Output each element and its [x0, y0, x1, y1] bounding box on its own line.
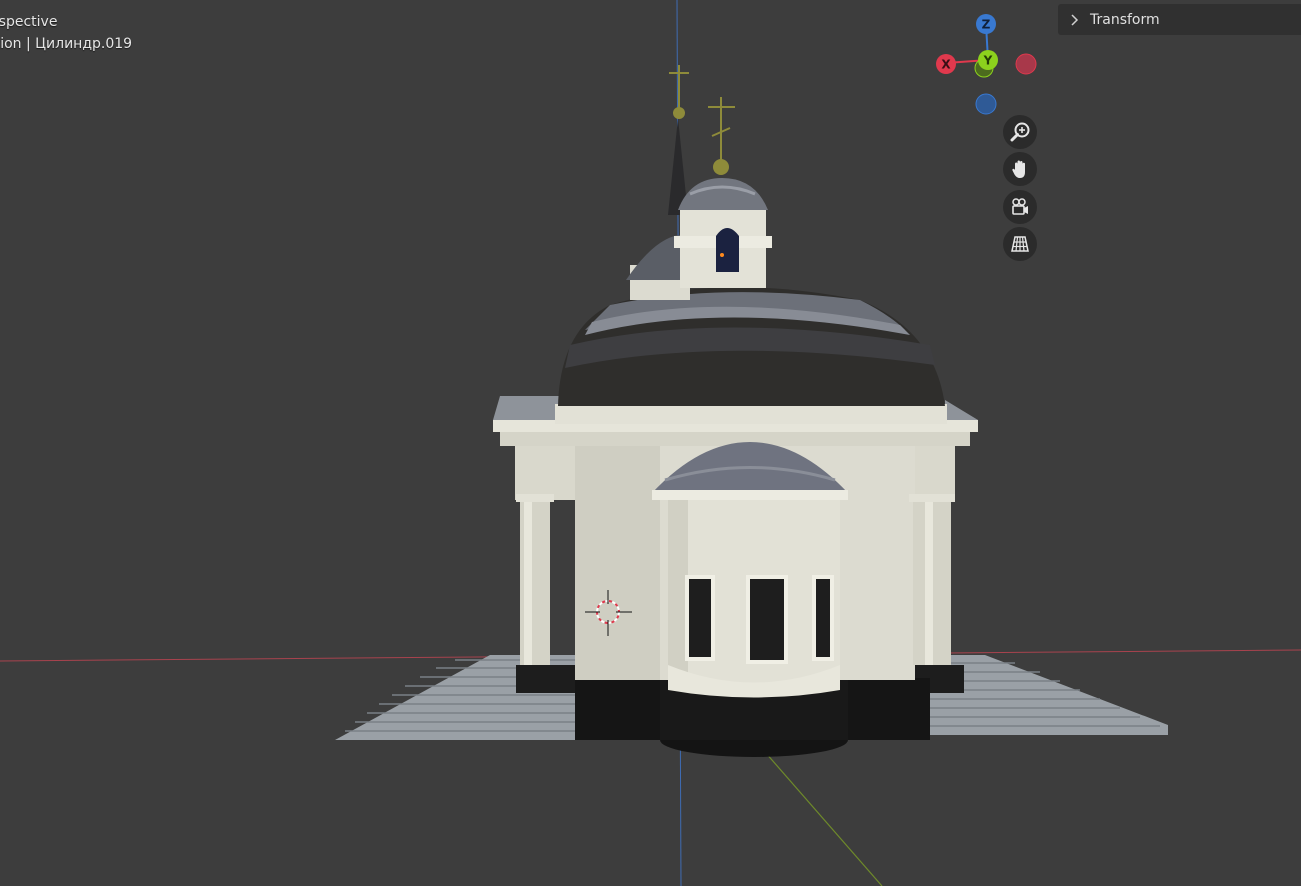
gizmo-y-axis[interactable]: Y: [978, 50, 998, 70]
navigation-gizmo[interactable]: Z X Y: [925, 10, 1045, 120]
viewport-mode-label: User Perspective: [0, 14, 58, 30]
chevron-right-icon: [1071, 13, 1079, 26]
y-axis-line: [764, 751, 883, 886]
zoom-icon: [1010, 122, 1030, 142]
transform-panel-header[interactable]: Transform: [1058, 4, 1301, 35]
hand-icon: [1012, 160, 1025, 178]
scene-render: [0, 0, 1301, 886]
gizmo-y-label: Y: [983, 54, 993, 68]
camera-view-button[interactable]: [1003, 190, 1037, 224]
viewport-object-info: (1) Collection | Цилиндр.019: [0, 36, 133, 52]
gizmo-z-axis[interactable]: Z: [976, 14, 996, 34]
camera-icon: [1012, 198, 1028, 215]
gizmo-neg-z[interactable]: [975, 93, 997, 115]
3d-viewport[interactable]: User Perspective (1) Collection | Цилинд…: [0, 0, 1301, 886]
gizmo-neg-x[interactable]: [1015, 53, 1037, 75]
ortho-toggle-button[interactable]: [1003, 227, 1037, 261]
gizmo-x-axis[interactable]: X: [936, 54, 956, 74]
stairs-right: [930, 655, 1168, 735]
pan-button[interactable]: [1003, 152, 1037, 186]
gizmo-z-label: Z: [982, 18, 991, 32]
zoom-button[interactable]: [1003, 115, 1037, 149]
sidebar-panel: Transform: [1058, 4, 1301, 35]
grid-icon: [1011, 236, 1029, 252]
transform-panel-label: Transform: [1090, 11, 1160, 28]
gizmo-x-label: X: [941, 58, 951, 72]
